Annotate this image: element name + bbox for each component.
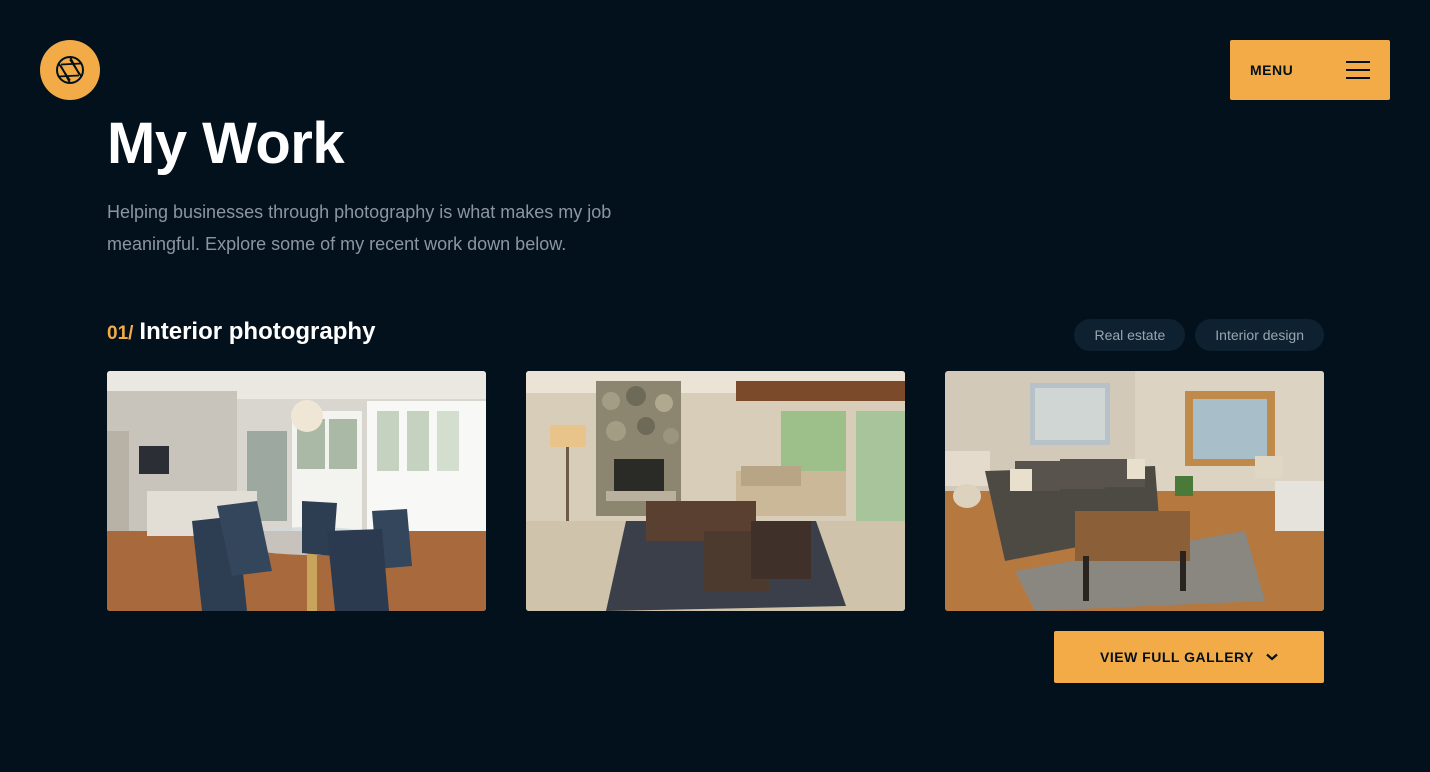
view-full-gallery-button[interactable]: VIEW FULL GALLERY xyxy=(1054,631,1324,683)
menu-button[interactable]: MENU xyxy=(1230,40,1390,100)
section-number: 01/ xyxy=(107,323,134,344)
view-full-gallery-label: VIEW FULL GALLERY xyxy=(1100,649,1254,665)
camera-aperture-icon xyxy=(56,56,84,84)
hamburger-icon xyxy=(1346,61,1370,79)
section-heading: 01/ Interior photography xyxy=(107,318,375,346)
page: MENU My Work Helping businesses through … xyxy=(0,0,1430,772)
page-title: My Work xyxy=(107,111,345,176)
section-title: Interior photography xyxy=(139,318,376,345)
intro-text: Helping businesses through photography i… xyxy=(107,202,612,254)
tag-real-estate[interactable]: Real estate xyxy=(1074,319,1186,351)
menu-label: MENU xyxy=(1250,62,1294,78)
tag-list: Real estate Interior design xyxy=(1074,319,1324,351)
sunlit-living-room-photo[interactable] xyxy=(945,371,1324,611)
stone-fireplace-living-room-photo[interactable] xyxy=(526,371,905,611)
dining-room-photo[interactable] xyxy=(107,371,486,611)
logo[interactable] xyxy=(40,40,100,100)
tag-interior-design[interactable]: Interior design xyxy=(1195,319,1324,351)
chevron-down-icon xyxy=(1266,653,1278,661)
